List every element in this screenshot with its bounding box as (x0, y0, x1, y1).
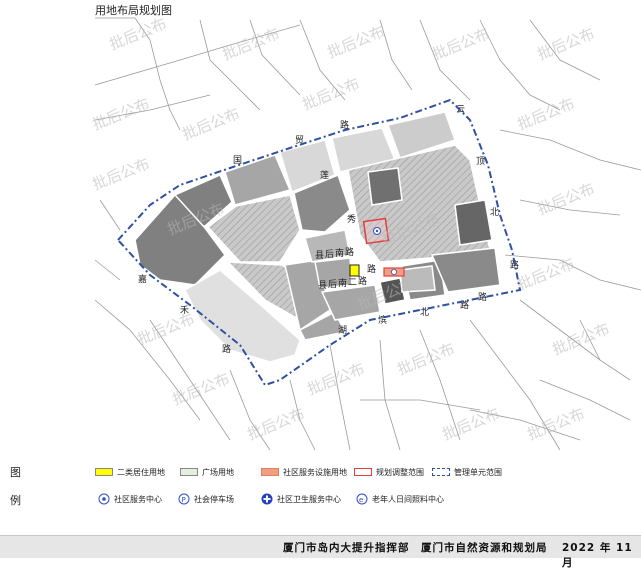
road-label-east-3: 北 (490, 207, 499, 218)
footer-bar: 厦门市岛内大提升指挥部 厦门市自然资源和规划局 2022 年 11 月 (0, 535, 641, 569)
elderly-care-icon: e (356, 493, 368, 505)
legend-community-facility-label: 社区服务设施用地 (283, 467, 347, 477)
footer-date: 2022 年 11 月 (562, 542, 633, 569)
legend-residential-label: 二类居住用地 (117, 467, 165, 477)
watermark-18: 批后公布 (245, 405, 307, 444)
residential-swatch (95, 468, 113, 476)
road-label-inner2-4: 二 (348, 278, 357, 288)
road-label-inner2-2: 后 (328, 279, 337, 290)
legend-health-center: 社区卫生服务中心 (261, 491, 341, 507)
legend-community-center: 社区服务中心 (98, 491, 162, 507)
watermark-6: 批后公布 (90, 95, 152, 134)
watermark-12: 批后公布 (515, 95, 577, 134)
footer-org-2: 厦门市自然资源和规划局 (421, 542, 548, 554)
block-east-dark-2 (454, 199, 493, 246)
road-label-inner2-3: 南 (338, 277, 347, 289)
legend-land-use-row: 二类居住用地 广场用地 社区服务设施用地 规划调整范围 管理单元范围 (95, 464, 635, 480)
svg-text:e: e (359, 496, 363, 504)
legend-management-unit-label: 管理单元范围 (454, 467, 502, 477)
watermark-1: 批后公布 (107, 15, 169, 54)
legend-parking: P 社会停车场 (178, 491, 234, 507)
watermark-17: 批后公布 (170, 370, 232, 409)
road-label-vertical-2: 秀 (347, 213, 356, 225)
road-label-vertical-3: 路 (367, 263, 376, 275)
legend-health-center-label: 社区卫生服务中心 (277, 494, 341, 504)
watermark-4: 批后公布 (430, 25, 492, 64)
legend-title-1: 图 (10, 466, 21, 479)
watermark-14: 批后公布 (515, 255, 577, 294)
health-center-icon (261, 493, 273, 505)
watermark-19: 批后公布 (305, 360, 367, 399)
watermark-8: 批后公布 (300, 75, 362, 114)
parking-icon: P (178, 493, 190, 505)
legend-residential: 二类居住用地 (95, 464, 165, 480)
road-label-inner-2: 后 (325, 249, 334, 260)
legend-plaza-label: 广场用地 (202, 467, 234, 477)
watermark-9: 批后公布 (90, 155, 152, 194)
legend-facility-row: 社区服务中心 P 社会停车场 社区卫生服务中心 e 老年人日间照料中心 (95, 491, 635, 507)
watermark-5: 批后公布 (535, 25, 597, 64)
watermark-layer: 批后公布 批后公布 批后公布 批后公布 批后公布 批后公布 批后公布 批后公布 … (90, 15, 612, 444)
watermark-16: 批后公布 (135, 310, 197, 349)
road-label-east-2: 顶 (476, 156, 485, 167)
legend-management-unit: 管理单元范围 (432, 464, 502, 480)
road-label-inner2-5: 路 (358, 275, 367, 287)
road-label-west-1: 嘉 (138, 273, 147, 285)
legend-community-center-label: 社区服务中心 (114, 494, 162, 504)
legend-plaza: 广场用地 (180, 464, 234, 480)
legend-elderly-care-label: 老年人日间照料中心 (372, 494, 444, 504)
legend-elderly-care: e 老年人日间照料中心 (356, 491, 444, 507)
legend-parking-label: 社会停车场 (194, 494, 234, 504)
road-label-north-1: 国 (233, 155, 242, 166)
watermark-15: 批后公布 (550, 320, 612, 359)
watermark-3: 批后公布 (325, 23, 387, 62)
road-label-west-3: 路 (222, 343, 231, 355)
watermark-7: 批后公布 (180, 105, 242, 144)
management-unit-swatch (432, 468, 450, 476)
watermark-13: 批后公布 (535, 180, 597, 219)
legend-title-2: 例 (10, 494, 21, 507)
legend-community-facility: 社区服务设施用地 (261, 464, 347, 480)
road-label-south-2: 滨 (378, 314, 387, 326)
block-east-dark-1 (367, 167, 403, 206)
footer-org-1: 厦门市岛内大提升指挥部 (283, 542, 410, 554)
adjustment-swatch (354, 468, 372, 476)
road-label-inner-3: 南 (335, 247, 344, 259)
legend-adjustment: 规划调整范围 (354, 464, 424, 480)
svg-text:P: P (182, 496, 186, 504)
road-label-inner2-1: 县 (318, 280, 327, 291)
road-label-inner-4: 路 (345, 246, 354, 258)
community-service-center-icon (98, 493, 110, 505)
watermark-22: 批后公布 (525, 405, 587, 444)
elderly-care-marker (390, 268, 397, 275)
residential-plot (349, 264, 360, 277)
road-label-vertical-1: 莲 (320, 169, 329, 181)
legend-adjustment-label: 规划调整范围 (376, 467, 424, 477)
road-label-inner-1: 县 (315, 250, 324, 261)
watermark-2: 批后公布 (220, 25, 282, 64)
community-facility-swatch (261, 468, 279, 476)
plaza-swatch (180, 468, 198, 476)
